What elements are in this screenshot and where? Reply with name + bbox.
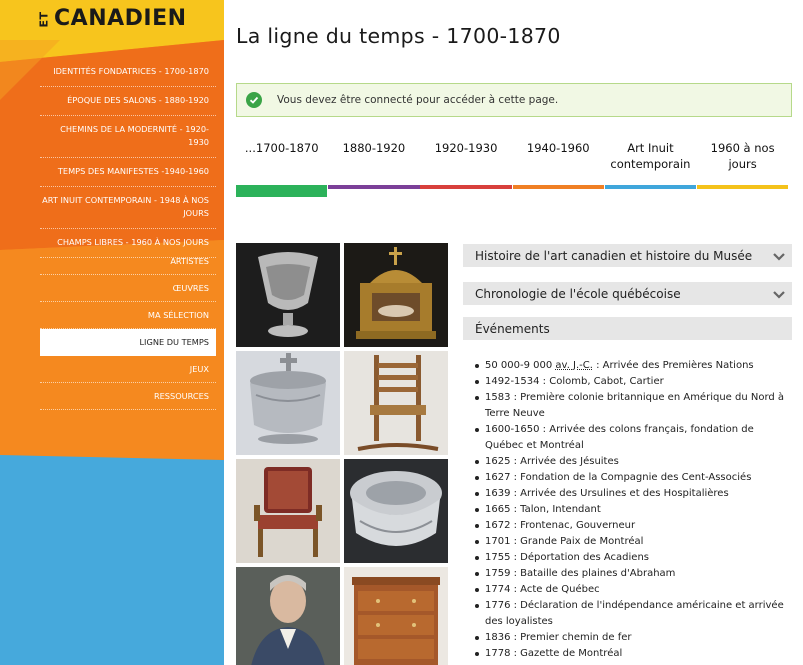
sidebar-item-ressources[interactable]: RESSOURCES xyxy=(40,383,216,410)
tab-color-bar xyxy=(420,185,512,189)
timeline-tabs: ...1700-1870 1880-1920 1920-1930 1940-19… xyxy=(236,140,789,197)
thumbnail-portrait-man[interactable] xyxy=(236,567,340,665)
main-menu: ARTISTES ŒUVRES MA SÉLECTION LIGNE DU TE… xyxy=(40,248,216,410)
thumbnail-upholstered-armchair[interactable] xyxy=(236,459,340,563)
thumbnail-silver-tureen[interactable] xyxy=(344,459,448,563)
tab-label: ...1700-1870 xyxy=(244,141,319,155)
tab-color-bar xyxy=(236,185,328,197)
list-item: 1583 : Première colonie britannique en A… xyxy=(474,390,792,422)
sidebar-item-identites-fondatrices[interactable]: IDENTITÉS FONDATRICES - 1700-1870 xyxy=(40,58,216,87)
list-item: 1625 : Arrivée des Jésuites xyxy=(474,454,792,470)
thumbnail-covered-pewter-bowl[interactable] xyxy=(236,351,340,455)
tab-label: 1960 à nos jours xyxy=(710,141,775,171)
notice-message: Vous devez être connecté pour accéder à … xyxy=(277,94,559,106)
thumbnail-gilded-reliquary[interactable] xyxy=(344,243,448,347)
list-item: 1774 : Acte de Québec xyxy=(474,582,792,598)
thumbnail-silver-cup[interactable] xyxy=(236,243,340,347)
events-list: 50 000-9 000 av. J.-C. : Arrivée des Pre… xyxy=(474,358,792,662)
page-title: La ligne du temps - 1700-1870 xyxy=(236,24,561,48)
sidebar-item-oeuvres[interactable]: ŒUVRES xyxy=(40,275,216,302)
accordion-title: Histoire de l'art canadien et histoire d… xyxy=(475,248,753,263)
chevron-down-icon xyxy=(773,290,785,299)
list-item: 1776 : Déclaration de l'indépendance amé… xyxy=(474,598,792,630)
sidebar-item-ma-selection[interactable]: MA SÉLECTION xyxy=(40,302,216,329)
tab-label: 1940-1960 xyxy=(526,141,590,155)
tab-label: 1880-1920 xyxy=(342,141,406,155)
main-content: La ligne du temps - 1700-1870 Vous devez… xyxy=(224,0,803,665)
accordion-title: Chronologie de l'école québécoise xyxy=(475,286,681,301)
thumbnail-commode-dresser[interactable] xyxy=(344,567,448,665)
tab-1880-1920[interactable]: 1880-1920 xyxy=(328,140,420,197)
check-icon xyxy=(246,92,262,108)
sidebar-item-epoque-des-salons[interactable]: ÉPOQUE DES SALONS - 1880-1920 xyxy=(40,87,216,116)
tab-1940-1960[interactable]: 1940-1960 xyxy=(512,140,604,197)
list-item: 1778 : Gazette de Montréal xyxy=(474,646,792,662)
list-item: 1600-1650 : Arrivée des colons français,… xyxy=(474,422,792,454)
sidebar-item-ligne-du-temps[interactable]: LIGNE DU TEMPS xyxy=(40,329,216,356)
accordion-chronologie-ecole-quebecoise[interactable]: Chronologie de l'école québécoise xyxy=(463,282,792,305)
tab-color-bar xyxy=(696,185,789,189)
list-item: 1672 : Frontenac, Gouverneur xyxy=(474,518,792,534)
list-item: 1701 : Grande Paix de Montréal xyxy=(474,534,792,550)
tab-color-bar xyxy=(604,185,697,189)
sidebar-item-jeux[interactable]: JEUX xyxy=(40,356,216,383)
login-notice: Vous devez être connecté pour accéder à … xyxy=(236,83,792,117)
abbreviation: av. J.-C. xyxy=(555,360,593,371)
site-logo[interactable]: ET CANADIEN xyxy=(36,6,187,31)
tab-1700-1870[interactable]: ...1700-1870 xyxy=(236,140,328,197)
sidebar: ET CANADIEN IDENTITÉS FONDATRICES - 1700-… xyxy=(0,0,224,665)
sidebar-item-artistes[interactable]: ARTISTES xyxy=(40,248,216,275)
tab-color-bar xyxy=(512,185,604,189)
tab-1920-1930[interactable]: 1920-1930 xyxy=(420,140,512,197)
events-header: Événements xyxy=(463,317,792,340)
tab-1960-a-nos-jours[interactable]: 1960 à nos jours xyxy=(696,140,789,197)
events-title: Événements xyxy=(475,321,550,336)
list-item: 1492-1534 : Colomb, Cabot, Cartier xyxy=(474,374,792,390)
list-item: 1639 : Arrivée des Ursulines et des Hosp… xyxy=(474,486,792,502)
list-item: 1755 : Déportation des Acadiens xyxy=(474,550,792,566)
period-nav: IDENTITÉS FONDATRICES - 1700-1870 ÉPOQUE… xyxy=(40,58,216,258)
thumbnail-ladder-back-rocking-chair[interactable] xyxy=(344,351,448,455)
tab-label: 1920-1930 xyxy=(434,141,498,155)
sidebar-item-art-inuit[interactable]: ART INUIT CONTEMPORAIN - 1948 À NOS JOUR… xyxy=(40,187,216,229)
sidebar-item-chemins-modernite[interactable]: CHEMINS DE LA MODERNITÉ - 1920-1930 xyxy=(40,116,216,158)
tab-color-bar xyxy=(328,185,420,189)
list-item: 1759 : Bataille des plaines d'Abraham xyxy=(474,566,792,582)
list-item: 1627 : Fondation de la Compagnie des Cen… xyxy=(474,470,792,486)
list-item: 1665 : Talon, Intendant xyxy=(474,502,792,518)
list-item: 1836 : Premier chemin de fer xyxy=(474,630,792,646)
tab-label: Art Inuit contemporain xyxy=(610,141,691,171)
chevron-down-icon xyxy=(773,252,785,261)
sidebar-item-temps-des-manifestes[interactable]: TEMPS DES MANIFESTES -1940-1960 xyxy=(40,158,216,187)
tab-art-inuit[interactable]: Art Inuit contemporain xyxy=(604,140,697,197)
list-item: 50 000-9 000 av. J.-C. : Arrivée des Pre… xyxy=(474,358,792,374)
accordion-histoire-art-canadien[interactable]: Histoire de l'art canadien et histoire d… xyxy=(463,244,792,267)
